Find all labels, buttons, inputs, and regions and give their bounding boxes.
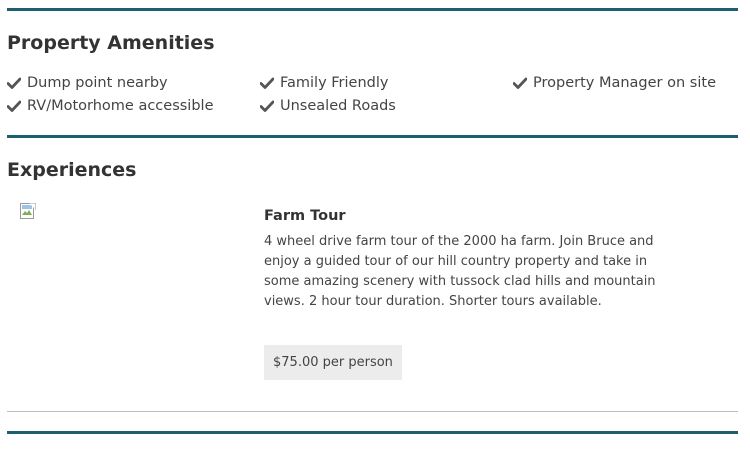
price-label: $75.00 per person xyxy=(273,355,393,370)
check-icon xyxy=(513,77,527,89)
bottom-divider xyxy=(7,431,738,434)
amenity-rv-accessible: RV/Motorhome accessible xyxy=(7,97,214,115)
amenity-property-manager: Property Manager on site xyxy=(513,74,716,92)
check-icon xyxy=(7,100,21,112)
check-icon xyxy=(260,100,274,112)
experiences-heading: Experiences xyxy=(7,159,137,181)
amenity-family-friendly: Family Friendly xyxy=(260,74,388,92)
amenity-label: Family Friendly xyxy=(280,75,389,91)
check-icon xyxy=(260,77,274,89)
top-divider xyxy=(7,8,738,11)
experience-description: 4 wheel drive farm tour of the 2000 ha f… xyxy=(264,234,656,309)
amenities-heading: Property Amenities xyxy=(7,32,215,54)
amenity-label: Unsealed Roads xyxy=(280,98,396,114)
price-badge: $75.00 per person xyxy=(264,345,402,380)
experience-divider xyxy=(7,411,738,412)
amenity-label: RV/Motorhome accessible xyxy=(27,98,214,114)
experience-title: Farm Tour xyxy=(264,208,346,224)
section-divider xyxy=(7,135,738,138)
broken-image-icon[interactable] xyxy=(20,202,37,219)
amenity-dump-point: Dump point nearby xyxy=(7,74,168,92)
check-icon xyxy=(7,77,21,89)
amenity-label: Property Manager on site xyxy=(533,75,716,91)
amenity-unsealed-roads: Unsealed Roads xyxy=(260,97,396,115)
amenity-label: Dump point nearby xyxy=(27,75,168,91)
